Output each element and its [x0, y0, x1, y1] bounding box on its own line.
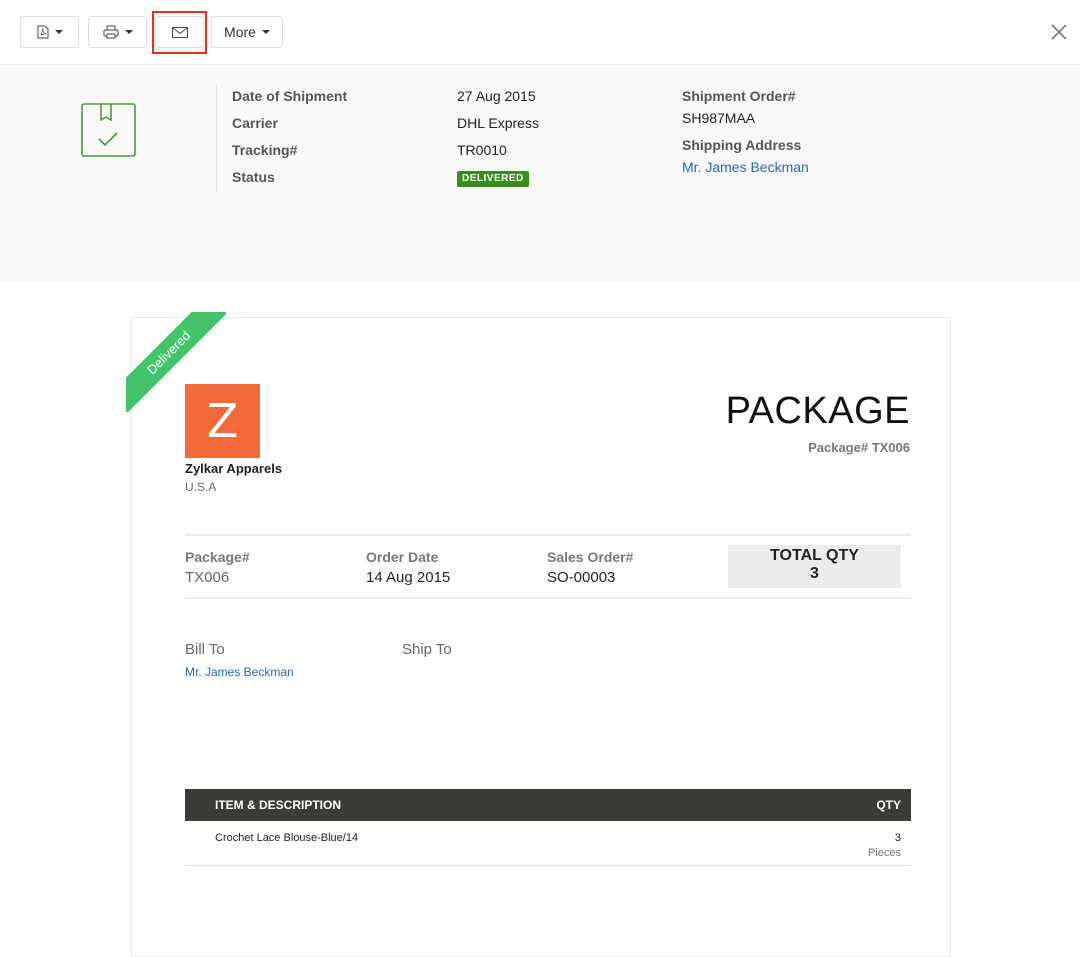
company-logo: Z — [185, 384, 260, 458]
sales-order-value: SO-00003 — [547, 569, 616, 586]
more-label: More — [224, 24, 256, 40]
chevron-down-icon — [124, 30, 133, 34]
sales-order-label: Sales Order# — [547, 549, 634, 565]
carrier-label: Carrier — [232, 115, 278, 131]
item-description-header: ITEM & DESCRIPTION — [215, 798, 342, 812]
total-qty-value: 3 — [810, 565, 819, 582]
document-number: Package# TX006 — [808, 440, 910, 455]
document-title: PACKAGE — [725, 390, 910, 432]
date-of-shipment-label: Date of Shipment — [232, 88, 348, 104]
more-button[interactable]: More — [211, 16, 283, 48]
divider — [185, 597, 911, 599]
carrier-value: DHL Express — [457, 115, 539, 131]
qty-header: QTY — [876, 798, 901, 812]
package-number-value: TX006 — [185, 569, 230, 586]
package-delivered-icon — [81, 103, 136, 157]
chevron-down-icon — [261, 30, 270, 34]
package-number-label: Package# — [185, 549, 250, 565]
print-button[interactable] — [88, 16, 147, 48]
shipping-address-label: Shipping Address — [682, 137, 802, 153]
shipment-order-value: SH987MAA — [682, 110, 756, 126]
order-date-label: Order Date — [366, 549, 439, 565]
tracking-value: TR0010 — [457, 142, 507, 158]
pdf-icon — [37, 25, 48, 39]
ship-to-label: Ship To — [402, 641, 452, 658]
bill-to-link[interactable]: Mr. James Beckman — [185, 665, 294, 679]
item-qty: 3 — [894, 832, 901, 844]
pdf-button[interactable] — [20, 16, 79, 48]
order-date-value: 14 Aug 2015 — [366, 569, 451, 586]
organization-country: U.S.A — [185, 480, 217, 494]
items-table-header: ITEM & DESCRIPTION QTY — [185, 789, 911, 821]
item-name: Crochet Lace Blouse-Blue/14 — [215, 832, 359, 844]
status-label: Status — [232, 169, 275, 185]
tracking-label: Tracking# — [232, 142, 298, 158]
total-qty-box: TOTAL QTY 3 — [728, 545, 901, 588]
toolbar: More — [0, 0, 1080, 65]
table-row: Crochet Lace Blouse-Blue/14 3 Pieces — [185, 821, 911, 866]
printer-icon — [103, 25, 118, 39]
divider — [185, 534, 911, 536]
email-button-highlight — [152, 11, 207, 54]
date-of-shipment-value: 27 Aug 2015 — [457, 88, 536, 104]
divider — [216, 85, 217, 192]
shipment-summary — [0, 65, 1080, 282]
bill-to-label: Bill To — [185, 641, 225, 658]
close-icon[interactable] — [1049, 22, 1069, 42]
status-badge: DELIVERED — [457, 171, 529, 187]
item-unit: Pieces — [867, 847, 901, 859]
total-qty-label: TOTAL QTY — [770, 547, 859, 564]
shipping-address-link[interactable]: Mr. James Beckman — [682, 159, 809, 175]
chevron-down-icon — [54, 30, 63, 34]
shipment-order-label: Shipment Order# — [682, 88, 796, 104]
organization-name: Zylkar Apparels — [185, 461, 283, 476]
